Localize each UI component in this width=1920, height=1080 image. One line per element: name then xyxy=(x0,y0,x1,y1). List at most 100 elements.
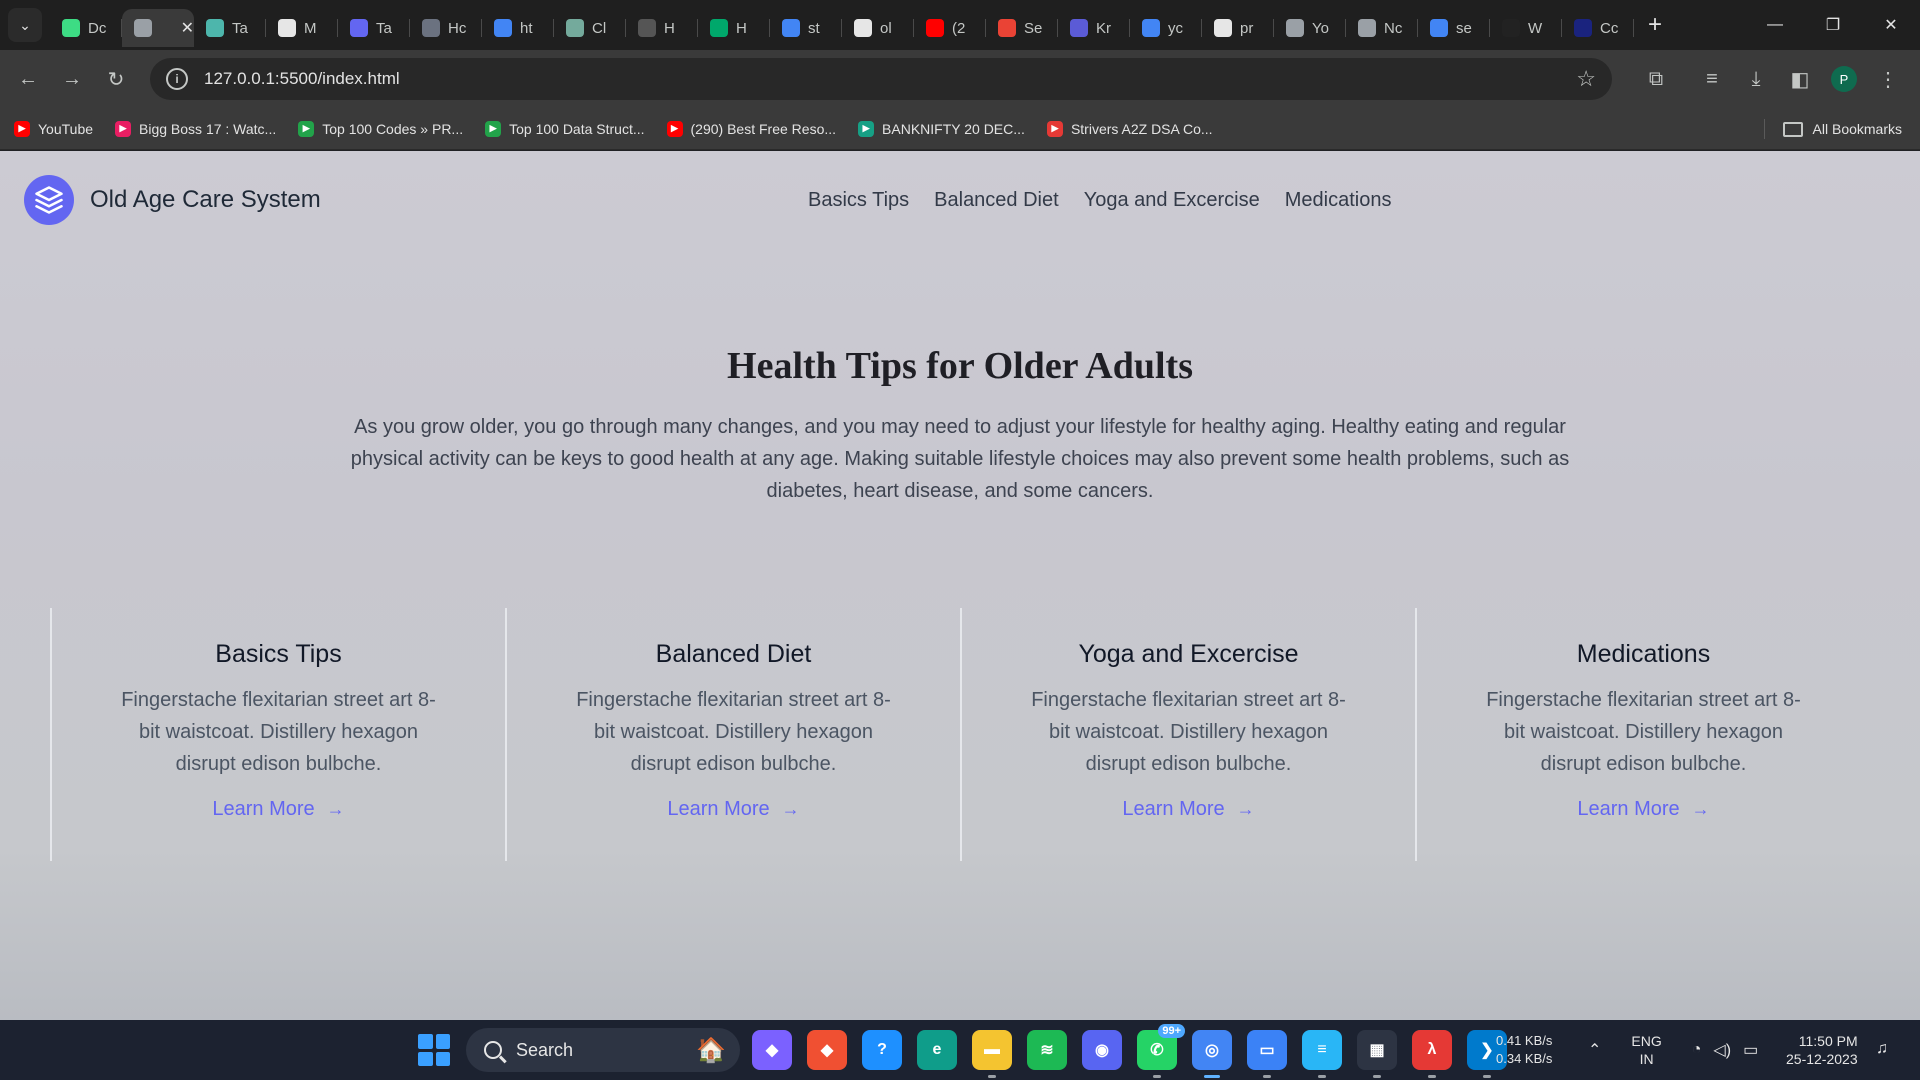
address-bar[interactable]: i 127.0.0.1:5500/index.html ☆ xyxy=(150,58,1612,100)
learn-more-link[interactable]: Learn More → xyxy=(1122,798,1254,821)
volume-icon[interactable]: ◁) xyxy=(1713,1040,1731,1060)
bookmark-favicon-icon: ▶ xyxy=(1046,120,1063,137)
chevron-up-icon[interactable]: ⌃ xyxy=(1588,1040,1601,1060)
browser-tab[interactable]: M xyxy=(266,9,338,47)
tab-title: (2 xyxy=(952,19,966,37)
site-brand[interactable]: Old Age Care System xyxy=(24,175,321,225)
browser-tab[interactable]: Dc xyxy=(50,9,122,47)
tab-title: H xyxy=(736,19,747,37)
tab-title: Se xyxy=(1024,19,1042,37)
learn-more-link[interactable]: Learn More → xyxy=(212,798,344,821)
restore-icon[interactable]: ❐ xyxy=(1804,0,1862,50)
browser-tab[interactable]: ht xyxy=(482,9,554,47)
close-icon[interactable]: ✕ xyxy=(1862,0,1920,50)
tab-search-button[interactable]: ⌄ xyxy=(8,8,42,42)
browser-tab[interactable]: se xyxy=(1418,9,1490,47)
minimize-icon[interactable]: — xyxy=(1746,0,1804,50)
help-icon[interactable]: ? xyxy=(862,1030,902,1070)
new-tab-button[interactable]: + xyxy=(1648,11,1662,39)
git-icon[interactable]: ◆ xyxy=(807,1030,847,1070)
bookmark-item[interactable]: ▶ BANKNIFTY 20 DEC... xyxy=(858,120,1025,137)
nav-medications[interactable]: Medications xyxy=(1285,189,1392,212)
browser-tab[interactable]: Kr xyxy=(1058,9,1130,47)
browser-tab[interactable]: Yo xyxy=(1274,9,1346,47)
notepad-icon[interactable]: ≡ xyxy=(1302,1030,1342,1078)
browser-tab[interactable]: ✕ xyxy=(122,9,194,47)
nav-basics-tips[interactable]: Basics Tips xyxy=(808,189,909,212)
store-icon[interactable]: ▦ xyxy=(1357,1030,1397,1078)
bookmark-star-icon[interactable]: ☆ xyxy=(1576,66,1596,92)
bookmark-separator xyxy=(1763,119,1765,139)
browser-tab[interactable]: Cl xyxy=(554,9,626,47)
download-icon[interactable]: ⤓ xyxy=(1734,57,1778,101)
browser-tab[interactable]: st xyxy=(770,9,842,47)
arrow-right-icon: → xyxy=(1691,799,1710,819)
tab-title: ol xyxy=(880,19,892,37)
browser-tab[interactable]: H xyxy=(698,9,770,47)
bookmark-item[interactable]: ▶ Bigg Boss 17 : Watc... xyxy=(115,120,276,137)
extensions-icon[interactable]: ⧉ xyxy=(1634,57,1678,101)
discord-icon[interactable]: ◉ xyxy=(1082,1030,1122,1070)
nav-balanced-diet[interactable]: Balanced Diet xyxy=(934,189,1059,212)
card-basics-tips: Basics Tips Fingerstache flexitarian str… xyxy=(50,608,505,861)
learn-more-link[interactable]: Learn More → xyxy=(1577,798,1709,821)
wifi-icon[interactable]: ◔ xyxy=(1692,1041,1702,1059)
bookmark-item[interactable]: ▶ YouTube xyxy=(14,120,93,137)
nav-yoga-excercise[interactable]: Yoga and Excercise xyxy=(1084,189,1260,212)
card-medications: Medications Fingerstache flexitarian str… xyxy=(1415,608,1870,861)
browser-tab[interactable]: Hc xyxy=(410,9,482,47)
chrome-icon[interactable]: ◎ xyxy=(1192,1030,1232,1078)
gmail-icon xyxy=(998,19,1016,37)
file-explorer-icon[interactable]: ▬ xyxy=(972,1030,1012,1078)
running-indicator xyxy=(988,1075,996,1078)
edge-icon[interactable]: e xyxy=(917,1030,957,1070)
language-label: ENG xyxy=(1631,1033,1662,1049)
pdf-icon[interactable]: λ xyxy=(1412,1030,1452,1078)
windows-start-icon[interactable] xyxy=(418,1034,450,1066)
bookmark-item[interactable]: ▶ Top 100 Data Struct... xyxy=(485,120,645,137)
browser-tab[interactable]: Ta xyxy=(194,9,266,47)
forward-icon[interactable]: → xyxy=(50,57,94,101)
all-bookmarks-button[interactable]: All Bookmarks xyxy=(1763,119,1902,139)
bookmark-favicon-icon: ▶ xyxy=(14,120,30,137)
side-panel-icon[interactable]: ◧ xyxy=(1778,57,1822,101)
bookmark-label: Top 100 Data Struct... xyxy=(509,120,645,137)
browser-tab[interactable]: Nc xyxy=(1346,9,1418,47)
whatsapp-icon[interactable]: ✆ 99+ xyxy=(1137,1024,1185,1078)
battery-icon[interactable]: ▭ xyxy=(1743,1040,1758,1060)
monitor-icon[interactable]: ▭ xyxy=(1247,1030,1287,1078)
browser-tab[interactable]: Cc xyxy=(1562,9,1634,47)
clock[interactable]: 11:50 PM 25-12-2023 xyxy=(1786,1032,1858,1068)
browser-tab[interactable]: (2 xyxy=(914,9,986,47)
bookmark-item[interactable]: ▶ Strivers A2Z DSA Co... xyxy=(1046,120,1213,137)
notification-icon[interactable]: ♫ xyxy=(1876,1040,1888,1058)
taskbar-search[interactable]: Search 🏠 xyxy=(466,1028,740,1072)
reload-icon[interactable]: ↻ xyxy=(94,57,138,101)
back-icon[interactable]: ← xyxy=(6,57,50,101)
site-info-icon[interactable]: i xyxy=(166,68,188,90)
profile-avatar[interactable]: P xyxy=(1831,66,1857,92)
media-icon[interactable]: ≡ xyxy=(1690,57,1734,101)
site-nav: Basics Tips Balanced Diet Yoga and Excer… xyxy=(808,189,1416,212)
browser-tab[interactable]: W xyxy=(1490,9,1562,47)
language-indicator[interactable]: ENG IN xyxy=(1631,1032,1661,1068)
learn-more-label: Learn More xyxy=(1122,798,1225,820)
browser-tab[interactable]: H xyxy=(626,9,698,47)
bookmark-item[interactable]: ▶ (290) Best Free Reso... xyxy=(666,120,836,137)
castle-icon xyxy=(1502,19,1520,37)
learn-more-link[interactable]: Learn More → xyxy=(667,798,799,821)
running-indicator xyxy=(1263,1075,1271,1078)
browser-tab[interactable]: pr xyxy=(1202,9,1274,47)
tab-title: Ta xyxy=(232,19,248,37)
browser-tab[interactable]: ol xyxy=(842,9,914,47)
menu-icon[interactable]: ⋮ xyxy=(1866,57,1910,101)
bookmark-item[interactable]: ▶ Top 100 Codes » PR... xyxy=(298,120,463,137)
address-url[interactable]: 127.0.0.1:5500/index.html xyxy=(204,69,400,89)
browser-tab[interactable]: yc xyxy=(1130,9,1202,47)
browser-tab[interactable]: Se xyxy=(986,9,1058,47)
copilot-icon[interactable]: ◆ xyxy=(752,1030,792,1070)
spotify-icon[interactable]: ≋ xyxy=(1027,1030,1067,1070)
tab-title: W xyxy=(1528,19,1543,37)
tab-close-icon[interactable]: ✕ xyxy=(181,18,194,38)
browser-tab[interactable]: Ta xyxy=(338,9,410,47)
